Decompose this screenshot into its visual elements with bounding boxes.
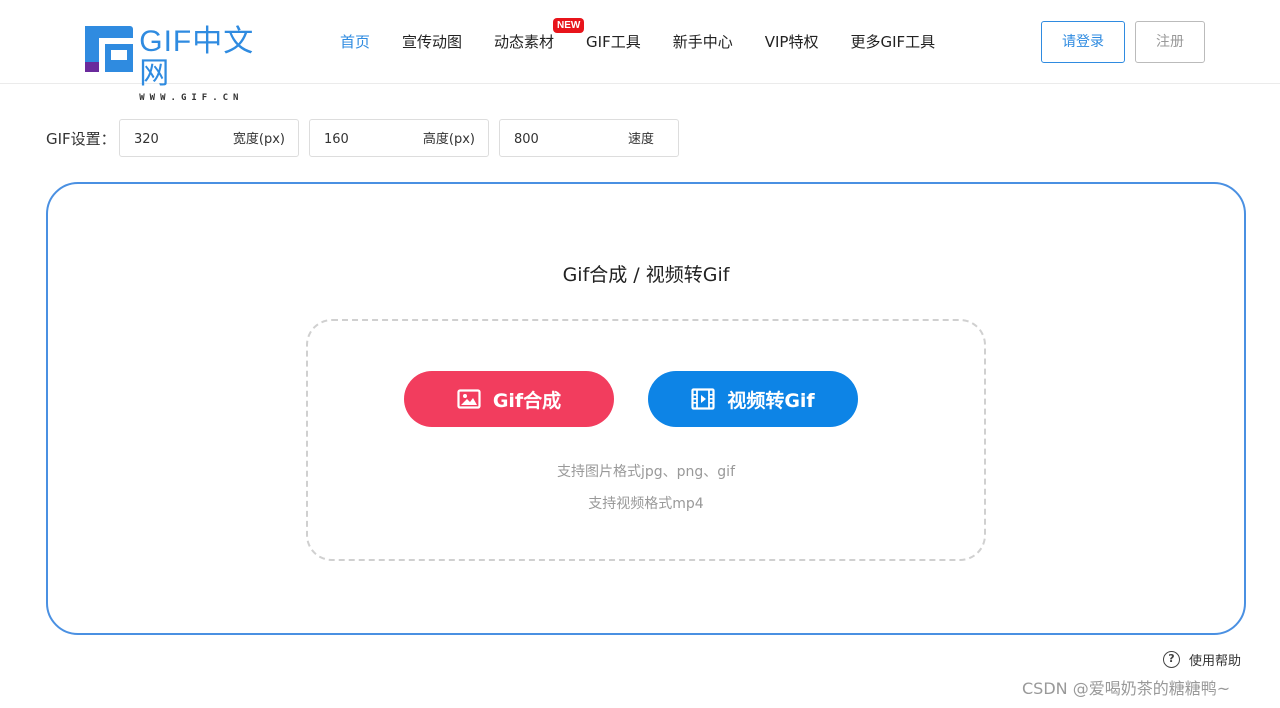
gif-settings-label: GIF设置： xyxy=(46,130,116,148)
upload-card: Gif合成 / 视频转Gif Gif合成 视频转Gif 支持图片格式jpg、pn… xyxy=(46,182,1246,635)
width-input[interactable] xyxy=(134,129,224,149)
width-unit-label: 宽度(px) xyxy=(232,132,285,147)
site-header: GIF中文网 WWW.GIF.CN 首页 宣传动图 动态素材 NEW GIF工具… xyxy=(0,0,1280,104)
nav-item-vip[interactable]: VIP特权 xyxy=(765,30,819,54)
speed-input[interactable] xyxy=(514,129,604,149)
site-logo[interactable]: GIF中文网 WWW.GIF.CN xyxy=(85,26,280,104)
gif-compose-label: Gif合成 xyxy=(492,389,562,412)
nav-item-label: 动态素材 xyxy=(494,33,555,51)
nav-item-more-gif-tools[interactable]: 更多GIF工具 xyxy=(850,30,935,54)
width-setting: 宽度(px) xyxy=(119,119,299,157)
nav-item-promo-animations[interactable]: 宣传动图 xyxy=(402,30,462,54)
speed-setting: 速度 xyxy=(499,119,679,157)
film-icon xyxy=(691,388,715,410)
main-nav: 首页 宣传动图 动态素材 NEW GIF工具 新手中心 VIP特权 更多GIF工… xyxy=(340,18,967,54)
help-label: 使用帮助 xyxy=(1189,654,1242,669)
logo-title: GIF中文网 xyxy=(139,25,255,90)
height-input[interactable] xyxy=(324,129,414,149)
image-icon xyxy=(457,389,481,409)
card-title: Gif合成 / 视频转Gif xyxy=(562,264,730,286)
video-to-gif-label: 视频转Gif xyxy=(727,389,815,412)
upload-dropzone[interactable]: Gif合成 视频转Gif 支持图片格式jpg、png、gif 支持视频格式mp4 xyxy=(306,319,986,561)
watermark-text: CSDN @爱喝奶茶的糖糖鸭~ xyxy=(1022,679,1231,698)
nav-item-beginner-center[interactable]: 新手中心 xyxy=(673,30,733,54)
logo-subtitle: WWW.GIF.CN xyxy=(139,93,244,103)
height-unit-label: 高度(px) xyxy=(422,132,475,147)
new-badge: NEW xyxy=(553,18,585,33)
help-link[interactable]: ? 使用帮助 xyxy=(1163,650,1241,669)
logo-text: GIF中文网 WWW.GIF.CN xyxy=(139,26,280,104)
nav-item-home[interactable]: 首页 xyxy=(340,30,370,54)
question-icon: ? xyxy=(1163,651,1180,668)
nav-item-dynamic-materials[interactable]: 动态素材 NEW xyxy=(494,18,585,54)
logo-mark-icon xyxy=(85,26,133,72)
video-format-hint: 支持视频格式mp4 xyxy=(588,496,704,512)
height-setting: 高度(px) xyxy=(309,119,489,157)
video-to-gif-button[interactable]: 视频转Gif xyxy=(648,371,858,427)
gif-compose-button[interactable]: Gif合成 xyxy=(404,371,614,427)
speed-unit-label: 速度 xyxy=(627,132,654,147)
register-button[interactable]: 注册 xyxy=(1135,21,1205,63)
image-format-hint: 支持图片格式jpg、png、gif xyxy=(556,464,735,480)
nav-item-gif-tools[interactable]: GIF工具 xyxy=(586,30,641,54)
login-button[interactable]: 请登录 xyxy=(1041,21,1125,63)
